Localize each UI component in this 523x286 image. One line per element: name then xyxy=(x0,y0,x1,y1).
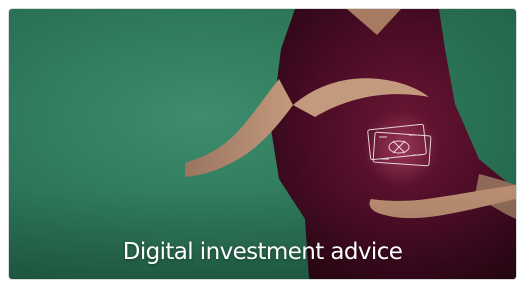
caption-scrim xyxy=(9,189,516,279)
hero-caption: Digital investment advice xyxy=(122,239,403,265)
hero-image-card[interactable]: Digital investment advice xyxy=(9,9,516,279)
